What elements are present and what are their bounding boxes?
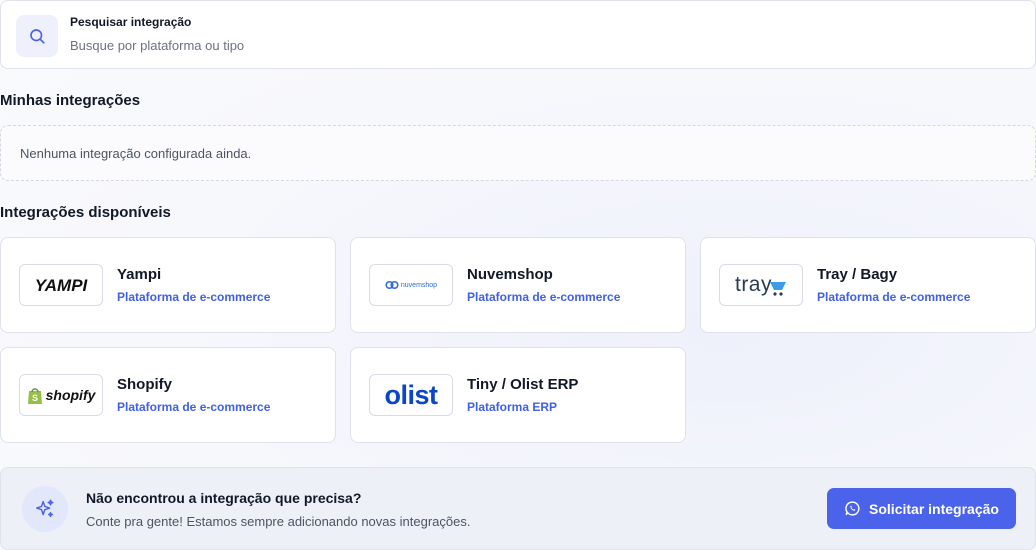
integration-name: Shopify [117, 376, 172, 393]
search-card: Pesquisar integração [0, 0, 1036, 69]
banner-title: Não encontrou a integração que precisa? [86, 490, 362, 506]
request-integration-button[interactable]: Solicitar integração [827, 488, 1016, 529]
search-icon[interactable] [16, 15, 58, 57]
integration-card-shopify[interactable]: S shopify Shopify Plataforma de e-commer… [0, 347, 336, 443]
whatsapp-icon [845, 501, 860, 516]
request-integration-banner: Não encontrou a integração que precisa? … [0, 467, 1036, 550]
integration-name: Tray / Bagy [817, 266, 898, 283]
sparkles-icon [22, 486, 68, 532]
shopify-logo: S shopify [19, 374, 103, 416]
yampi-logo-mark: YAMPI [35, 276, 89, 295]
cart-icon [770, 282, 786, 296]
integrations-page: Pesquisar integração Minhas integrações … [0, 0, 1036, 550]
integration-type: Plataforma de e-commerce [117, 400, 271, 414]
search-label: Pesquisar integração [70, 15, 192, 29]
integration-type: Plataforma ERP [467, 400, 558, 414]
svg-text:S: S [32, 393, 38, 403]
yampi-logo: YAMPI [19, 264, 103, 306]
shopify-logo-text: shopify [45, 387, 96, 403]
empty-integrations-text: Nenhuma integração configurada ainda. [20, 145, 252, 161]
tray-logo: tray [719, 264, 803, 306]
available-integrations-title: Integrações disponíveis [0, 204, 171, 221]
banner-subtitle: Conte pra gente! Estamos sempre adiciona… [86, 514, 471, 529]
my-integrations-title: Minhas integrações [0, 92, 141, 109]
integration-name: Tiny / Olist ERP [467, 376, 579, 393]
shopping-bag-icon: S [27, 387, 42, 404]
olist-logo-text: olist [384, 379, 438, 410]
empty-integrations-box: Nenhuma integração configurada ainda. [0, 125, 1036, 181]
integration-name: Nuvemshop [467, 266, 553, 283]
olist-logo: olist [369, 374, 453, 416]
integration-card-olist[interactable]: olist Tiny / Olist ERP Plataforma ERP [350, 347, 686, 443]
nuvemshop-logo-text: nuvemshop [400, 281, 438, 289]
yampi-logo-text: YAMPI [35, 276, 89, 295]
nuvemshop-logo: nuvemshop [369, 264, 453, 306]
tray-logo-text: tray [734, 273, 772, 296]
integration-card-tray[interactable]: tray Tray / Bagy Plataforma de e-commerc… [700, 237, 1036, 333]
search-input[interactable] [70, 36, 970, 54]
integration-type: Plataforma de e-commerce [117, 290, 271, 304]
integration-card-yampi[interactable]: YAMPI Yampi Plataforma de e-commerce [0, 237, 336, 333]
request-integration-label: Solicitar integração [869, 500, 999, 517]
integration-type: Plataforma de e-commerce [817, 290, 971, 304]
cloud-icon [385, 280, 399, 290]
integration-card-nuvemshop[interactable]: nuvemshop Nuvemshop Plataforma de e-comm… [350, 237, 686, 333]
integration-type: Plataforma de e-commerce [467, 290, 621, 304]
integration-name: Yampi [117, 266, 162, 283]
